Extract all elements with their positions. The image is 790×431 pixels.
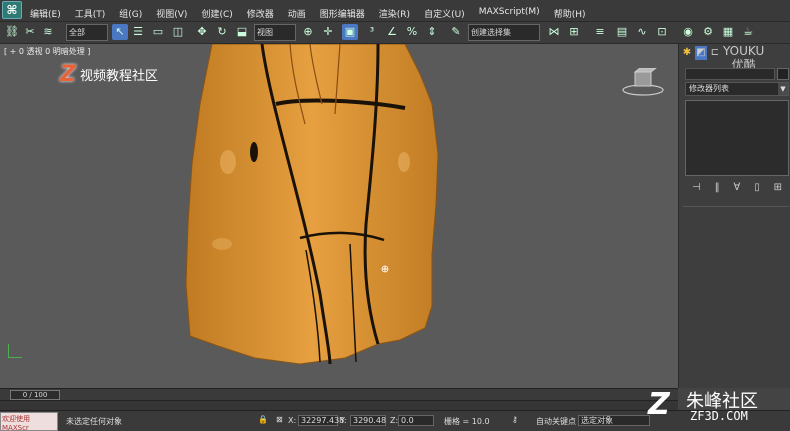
make-unique-icon[interactable]: ∀: [733, 182, 740, 196]
pin-stack-icon[interactable]: ⊣: [692, 182, 701, 196]
z-coord-field[interactable]: 0.0: [398, 415, 434, 426]
angle-snap-icon[interactable]: ∠: [384, 24, 400, 40]
modifier-list-label: 修改器列表: [689, 84, 729, 93]
y-label: Y:: [340, 416, 347, 425]
tab-hierarchy-icon[interactable]: ⊏: [709, 46, 721, 60]
modifier-list-dropdown[interactable]: 修改器列表 ▼: [685, 82, 789, 96]
selection-filter-dropdown[interactable]: 全部: [66, 24, 108, 41]
menu-bar: 编辑(E) 工具(T) 组(G) 视图(V) 创建(C) 修改器 动画 图形编辑…: [30, 7, 599, 20]
menu-group[interactable]: 组(G): [119, 7, 142, 20]
show-end-result-icon[interactable]: ‖: [715, 182, 720, 196]
viewcube[interactable]: [620, 67, 666, 98]
key-filter-dropdown[interactable]: 选定对象: [578, 415, 650, 426]
scale-icon[interactable]: ⬓: [234, 24, 250, 40]
time-slider-thumb[interactable]: 0 / 100: [10, 390, 60, 400]
y-coord-field[interactable]: 3290.48: [350, 415, 386, 426]
absolute-mode-icon[interactable]: ⊠: [276, 415, 283, 424]
object-color-swatch[interactable]: [777, 68, 789, 80]
perspective-viewport[interactable]: [ + 0 透视 0 明暗处理 ] Z 视频教程社区: [0, 44, 678, 388]
selection-status: 未选定任何对象: [66, 417, 122, 426]
snap-toggle-icon[interactable]: ³: [364, 24, 380, 40]
object-name-field[interactable]: [685, 68, 775, 80]
app-logo-icon[interactable]: ⌘: [2, 1, 22, 19]
rendered-frame-icon[interactable]: ▦: [720, 24, 736, 40]
chevron-down-icon[interactable]: ▼: [778, 83, 788, 95]
x-label: X:: [288, 416, 297, 425]
menu-customize[interactable]: 自定义(U): [424, 7, 465, 20]
unlink-icon[interactable]: ✂: [22, 24, 38, 40]
mirror-icon[interactable]: ⋈: [546, 24, 562, 40]
render-setup-icon[interactable]: ⚙: [700, 24, 716, 40]
select-by-name-icon[interactable]: ☰: [130, 24, 146, 40]
edit-named-sel-icon[interactable]: ✎: [448, 24, 464, 40]
move-icon[interactable]: ✥: [194, 24, 210, 40]
layer-manager-icon[interactable]: ≡: [592, 24, 608, 40]
grid-size: 栅格 = 10.0: [444, 417, 490, 426]
x-coord-field[interactable]: 32297.438: [298, 415, 344, 426]
menu-help[interactable]: 帮助(H): [554, 7, 586, 20]
corner-watermark: Z 朱峰社区 ZF3D.COM: [648, 385, 790, 431]
link-icon[interactable]: ⛓: [4, 24, 20, 40]
command-panel-tabs: ✱ ◩ ⊏: [681, 46, 721, 62]
z-label: Z:: [390, 416, 399, 425]
corner-watermark-logo-icon: Z: [648, 387, 670, 422]
percent-snap-icon[interactable]: %: [404, 24, 420, 40]
rotate-icon[interactable]: ↻: [214, 24, 230, 40]
modifier-stack[interactable]: [685, 100, 789, 176]
tab-create-icon[interactable]: ✱: [681, 46, 693, 60]
model-mesh: [185, 44, 439, 365]
ref-coord-dropdown[interactable]: 视图: [254, 24, 296, 41]
graphite-tools-icon[interactable]: ▤: [614, 24, 630, 40]
menu-tools[interactable]: 工具(T): [75, 7, 106, 20]
menu-view[interactable]: 视图(V): [156, 7, 187, 20]
world-axis-gizmo: [8, 344, 22, 358]
tab-modify-icon[interactable]: ◩: [695, 46, 707, 60]
bind-spacewarp-icon[interactable]: ≋: [40, 24, 56, 40]
track-bar[interactable]: [0, 400, 678, 410]
pivot-center-icon[interactable]: ⊕: [300, 24, 316, 40]
configure-sets-icon[interactable]: ⊞: [774, 182, 782, 196]
menu-rendering[interactable]: 渲染(R): [379, 7, 410, 20]
menu-graph-editors[interactable]: 图形编辑器: [320, 7, 365, 20]
spinner-snap-icon[interactable]: ⇕: [424, 24, 440, 40]
stack-tools: ⊣ ‖ ∀ ▯ ⊞: [685, 182, 789, 196]
auto-key-label[interactable]: 自动关键点: [536, 416, 576, 427]
rect-region-icon[interactable]: ▭: [150, 24, 166, 40]
menu-animation[interactable]: 动画: [288, 7, 306, 20]
schematic-view-icon[interactable]: ⊡: [654, 24, 670, 40]
key-icon[interactable]: ⚷: [512, 415, 518, 424]
lock-icon[interactable]: 🔒: [258, 415, 268, 424]
corner-watermark-site: ZF3D.COM: [690, 409, 748, 423]
curve-editor-icon[interactable]: ∿: [634, 24, 650, 40]
command-panel: ✱ ◩ ⊏ YOUKU 优酷 修改器列表 ▼ ⊣ ‖ ∀ ▯ ⊞: [678, 44, 790, 388]
remove-modifier-icon[interactable]: ▯: [754, 182, 760, 196]
menu-modifiers[interactable]: 修改器: [247, 7, 274, 20]
menu-create[interactable]: 创建(C): [201, 7, 232, 20]
title-bar: ⌘ 编辑(E) 工具(T) 组(G) 视图(V) 创建(C) 修改器 动画 图形…: [0, 0, 790, 22]
align-icon[interactable]: ⊞: [566, 24, 582, 40]
material-editor-icon[interactable]: ◉: [680, 24, 696, 40]
keyboard-shortcut-icon[interactable]: ▣: [342, 24, 358, 40]
render-production-icon[interactable]: ☕: [740, 24, 756, 40]
menu-maxscript[interactable]: MAXScript(M): [479, 7, 540, 20]
menu-edit[interactable]: 编辑(E): [30, 7, 61, 20]
time-slider[interactable]: 0 / 100: [0, 388, 678, 400]
select-object-icon[interactable]: ↖: [112, 24, 128, 40]
named-selection-dropdown[interactable]: 创建选择集: [468, 24, 540, 41]
select-manipulate-icon[interactable]: ✛: [320, 24, 336, 40]
maxscript-listener[interactable]: 欢迎使用 MAXScr: [0, 412, 58, 431]
parameters-rollout: [683, 206, 789, 384]
window-crossing-icon[interactable]: ◫: [170, 24, 186, 40]
main-toolbar: ⛓ ✂ ≋ 全部 ↖ ☰ ▭ ◫ ✥ ↻ ⬓ 视图 ⊕ ✛ ▣ ³ ∠ % ⇕ …: [0, 22, 790, 44]
